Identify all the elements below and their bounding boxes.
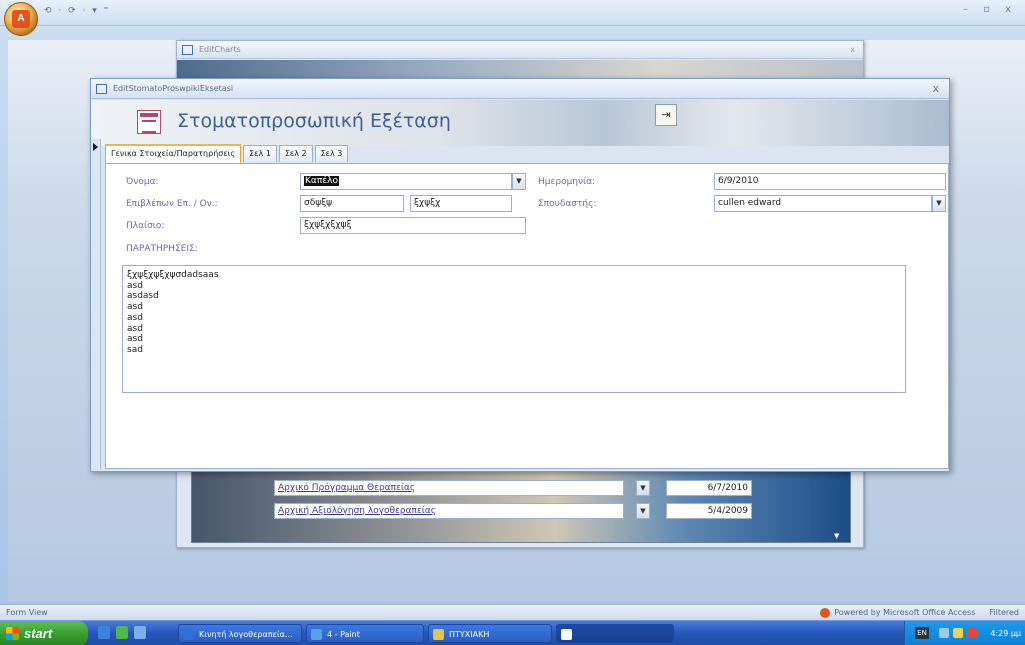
notes-line: asd (127, 334, 143, 345)
start-button[interactable]: start (0, 621, 88, 645)
exit-door-icon: ⇥ (661, 108, 671, 121)
chevron-down-icon[interactable]: ▼ (636, 480, 650, 496)
office-icon (820, 607, 831, 618)
desktop-icon[interactable] (98, 626, 110, 639)
filtered-indicator: Filtered (989, 608, 1019, 617)
network-icon[interactable] (939, 628, 949, 638)
task-access[interactable]: Κινητή λογοθεραπεία... (178, 624, 302, 643)
name-label: Όνομα: (126, 177, 159, 187)
access-icon (183, 629, 194, 640)
task-label: 4 - Paint (327, 630, 360, 639)
notes-line: asd (127, 312, 143, 323)
chart-date[interactable]: 6/7/2010 (666, 480, 752, 496)
windows-flag-icon (6, 627, 19, 640)
tab-page-general: Όνομα: Καπέλο ▼ Ημερομηνία: 6/9/2010 Επι… (105, 163, 949, 469)
tab-page-2[interactable]: Σελ 2 (278, 145, 313, 162)
list-item: Αρχική Αξιολόγηση λογοθεραπείας ▼ 5/4/20… (274, 503, 752, 519)
window-icon (561, 629, 572, 640)
form-icon (137, 110, 161, 134)
window-title: EditStomatoProswpikiEksetasi (113, 84, 234, 93)
name-combo[interactable]: Καπέλο (300, 173, 512, 190)
notes-line: asd (127, 302, 143, 313)
edit-charts-titlebar[interactable]: EditCharts x (177, 41, 863, 59)
edit-charts-title: EditCharts (199, 45, 241, 54)
quick-access-toolbar[interactable]: ⟲ · ⟳ · ▾ ⁼ (44, 6, 110, 16)
name-value: Καπέλο (304, 176, 339, 186)
task-folder[interactable]: ΠΤΥΧΙΑΚΗ (428, 624, 552, 643)
student-combo[interactable]: cullen edward (714, 195, 932, 212)
record-selector[interactable] (91, 139, 101, 469)
form-window-icon (96, 84, 107, 94)
close-icon[interactable]: x (932, 79, 939, 99)
notes-line: ξχψξχψξχψσdadsaas (127, 270, 219, 280)
folder-icon (433, 629, 444, 640)
student-label: Σπουδαστής: (538, 199, 597, 209)
form-header: Στοματοπροσωπική Εξέταση ⇥ (91, 100, 949, 146)
clock: 4:29 μμ (990, 629, 1021, 638)
start-label: start (24, 626, 53, 641)
stomato-exam-window[interactable]: EditStomatoProswpikiEksetasi x Στοματοπρ… (90, 78, 950, 472)
tab-general[interactable]: Γενικα Στοιχεία/Παρατηρήσεις (105, 144, 242, 163)
volume-icon[interactable] (953, 628, 963, 638)
date-label: Ημερομηνία: (538, 177, 596, 187)
supervisor-first-field[interactable]: σδψξψ (300, 195, 404, 212)
language-indicator[interactable]: EN (915, 627, 929, 639)
office-button[interactable]: A (4, 2, 38, 36)
task-paint[interactable]: 4 - Paint (306, 624, 424, 643)
notes-textarea[interactable]: ξχψξχψξχψσdadsaas asd asdasd asd asd asd… (122, 265, 906, 393)
current-record-arrow-icon (93, 143, 98, 151)
chevron-down-icon[interactable]: ▼ (636, 503, 650, 519)
taskbar: start Κινητή λογοθεραπεία... 4 - Paint Π… (0, 620, 1025, 645)
notes-line: asd (127, 280, 143, 291)
tab-bar: Γενικα Στοιχεία/Παρατηρήσεις Σελ 1 Σελ 2… (105, 144, 350, 163)
supervisor-label: Επιβλέπων Επ. / Ον.: (126, 199, 218, 209)
notes-label: ΠΑΡΑΤΗΡΗΣΕΙΣ: (126, 244, 198, 254)
explorer-icon[interactable] (134, 626, 146, 639)
notes-line: asd (127, 323, 143, 334)
stomato-exam-titlebar[interactable]: EditStomatoProswpikiEksetasi x (91, 79, 949, 99)
access-title-bar: ⟲ · ⟳ · ▾ ⁼ – ▫ x (0, 0, 1025, 26)
quick-launch (98, 626, 146, 639)
chevron-down-icon[interactable]: ▼ (932, 195, 946, 212)
powered-by-label: Powered by Microsoft Office Access (834, 608, 976, 617)
notes-line: asdasd (127, 291, 159, 302)
scroll-down-icon[interactable]: ▼ (834, 532, 839, 540)
view-mode-label: Form View (6, 608, 48, 617)
status-bar: Form View Powered by Microsoft Office Ac… (0, 604, 1025, 620)
chart-link[interactable]: Αρχική Αξιολόγηση λογοθεραπείας (274, 503, 624, 519)
task-label: ΠΤΥΧΙΑΚΗ (449, 630, 490, 639)
paint-icon (311, 629, 322, 640)
supervisor-last-field[interactable]: ξχψξχ (410, 195, 512, 212)
window-controls[interactable]: – ▫ x (963, 4, 1017, 15)
close-icon[interactable]: x (850, 41, 855, 59)
tab-page-3[interactable]: Σελ 3 (314, 145, 349, 162)
status-right: Powered by Microsoft Office Access Filte… (820, 605, 1019, 620)
chart-date[interactable]: 5/4/2009 (666, 503, 752, 519)
office-logo-icon: A (12, 10, 30, 28)
chevron-down-icon[interactable]: ▼ (512, 173, 526, 190)
system-tray: EN 4:29 μμ (904, 621, 1025, 645)
date-field[interactable]: 6/9/2010 (714, 173, 946, 190)
task-label: Κινητή λογοθεραπεία... (199, 630, 293, 639)
tab-page-1[interactable]: Σελ 1 (243, 145, 277, 162)
exit-button[interactable]: ⇥ (655, 104, 677, 126)
context-label: Πλαίσιο: (126, 221, 165, 231)
form-window-icon (182, 45, 193, 55)
browser-icon[interactable] (116, 626, 128, 639)
notes-line: sad (127, 344, 143, 355)
chart-list: Αρχικό Πρόγραμμα Θεραπείας ▼ 6/7/2010 Αρ… (191, 471, 851, 543)
list-item: Αρχικό Πρόγραμμα Θεραπείας ▼ 6/7/2010 (274, 480, 752, 496)
chart-link[interactable]: Αρχικό Πρόγραμμα Θεραπείας (274, 480, 624, 496)
security-icon[interactable] (967, 628, 977, 638)
form-title: Στοματοπροσωπική Εξέταση (177, 110, 451, 132)
task-window[interactable] (556, 624, 674, 643)
context-field[interactable]: ξχψξχξχψξ (300, 217, 526, 234)
